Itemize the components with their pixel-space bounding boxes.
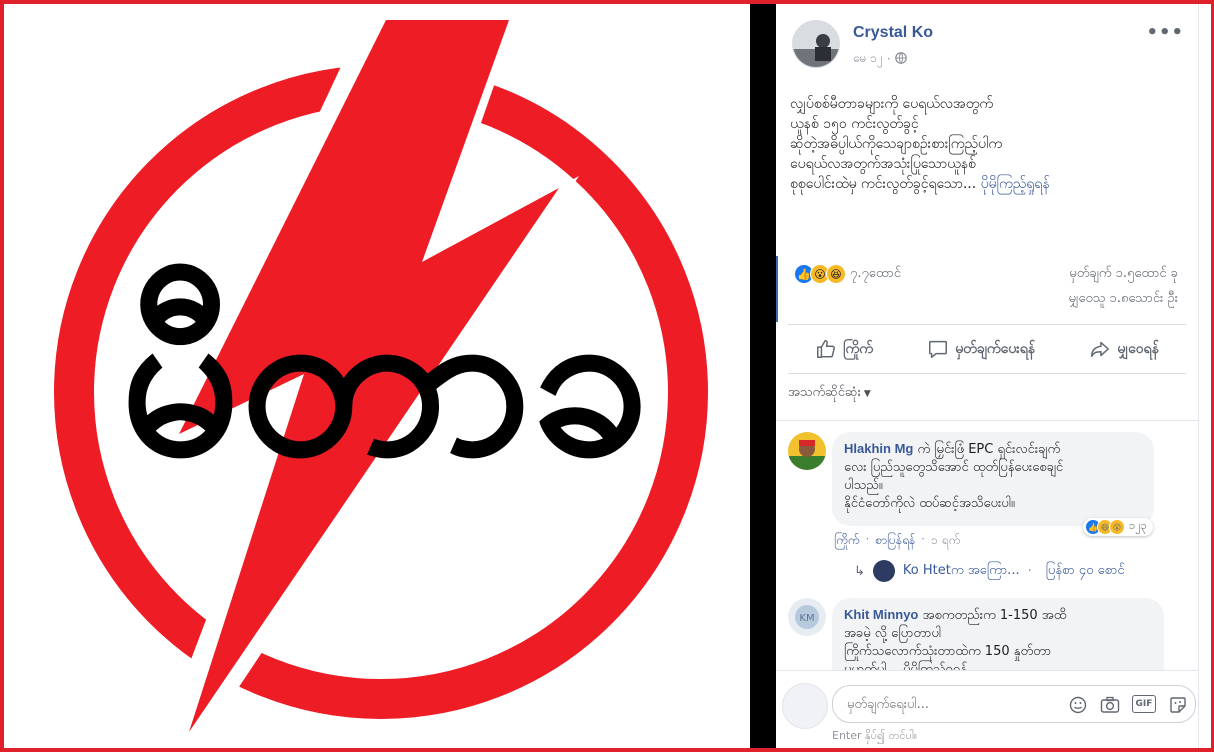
comment-text: အစကတည်းက 1-150 အထိ: [922, 608, 1067, 623]
comment-label: မှတ်ချက်ပေးရန်: [955, 340, 1036, 357]
comment-composer: GIF Enter နှိပ်၍ တင်ပါ။: [776, 670, 1198, 748]
reply-arrow-icon: ↳: [854, 563, 865, 579]
post-text-line: စုစုပေါင်းထဲမှ ကင်းလွတ်ခွင့်ရသော...: [790, 176, 977, 192]
post-text-line: လျှပ်စစ်မီတာခများကို ပေရယ်လအတွက်: [790, 96, 994, 112]
reply-count: ပြန်စာ ၄၀ စောင်: [1045, 562, 1125, 578]
post-text-line: ပေရယ်လအတွက်အသုံးပြုသောယူနစ်: [790, 156, 976, 172]
comment-reaction-count: ၁၂၃: [1129, 519, 1147, 532]
reply-avatar: [872, 560, 895, 582]
sticker-icon[interactable]: [1168, 695, 1188, 715]
scrollbar-track[interactable]: [1198, 4, 1211, 748]
haha-reaction-icon: 😆: [826, 264, 846, 284]
commenter-name[interactable]: Hlakhin Mg: [844, 441, 913, 456]
more-options-button[interactable]: •••: [1146, 22, 1184, 43]
comment-like-link[interactable]: ကြိုက်: [834, 532, 860, 550]
post-text-line-last: စုစုပေါင်းထဲမှ ကင်းလွတ်ခွင့်ရသော... ပိုမ…: [790, 174, 1186, 194]
comment-actions: ကြိုက် · စာပြန်ရန် · ၁ ရက်: [834, 532, 960, 550]
my-avatar: [782, 683, 828, 729]
comments-count[interactable]: မှတ်ချက် ၁.၅ထောင် ခု: [1069, 265, 1178, 284]
like-button[interactable]: ကြိုက်: [815, 338, 873, 360]
meta-separator: ·: [886, 52, 891, 66]
author-avatar[interactable]: [792, 20, 840, 68]
reaction-icons[interactable]: 👍 😮 😆: [794, 264, 846, 284]
see-more-link[interactable]: ပိုမိုကြည့်ရှုရန်: [981, 176, 1050, 192]
post-text-line: ယူနစ် ၁၅၀ ကင်းလွတ်ခွင့်: [790, 116, 919, 132]
caret-down-icon: ▼: [863, 389, 871, 399]
comment-sort-dropdown[interactable]: အသက်ဆိုင်ဆုံး ▼: [788, 384, 871, 403]
avatar-photo: [793, 21, 839, 67]
gif-icon[interactable]: GIF: [1132, 695, 1156, 713]
sort-label: အသက်ဆိုင်ဆုံး: [788, 385, 861, 400]
comment-button[interactable]: မှတ်ချက်ပေးရန်: [927, 338, 1035, 360]
post-text-line: ဆိုတဲ့အဓိပ္ပါယ်ကိုသေချာစဥ်းစားကြည့်ပါက: [790, 136, 1003, 152]
comment-text: လေး ပြည်သူတွေသိအောင် ထုတ်ပြန်ပေးစေချင်: [844, 460, 1064, 475]
comment-bubble: Hlakhin Mg ကဲ မြှင်းဖြံ EPC ရှင်းလင်းချက…: [832, 432, 1154, 526]
commenter-name[interactable]: Khit Minnyo: [844, 607, 918, 622]
thumbs-up-icon: [817, 340, 836, 358]
share-icon: [1091, 341, 1110, 358]
shares-count[interactable]: မျှဝေသူ ၁.၈သောင်း ဦး: [1068, 290, 1178, 309]
composer-hint: Enter နှိပ်၍ တင်ပါ။: [832, 729, 918, 742]
viewer-divider: [750, 4, 776, 748]
comments-divider: [776, 420, 1198, 421]
comment-text: နိုင်ငံတော်ကိုလဲ ထပ်ဆင့်အသိပေးပါ။: [844, 496, 1015, 511]
comment-icon: [929, 340, 948, 358]
dot-separator: ·: [1027, 563, 1032, 579]
commenter-avatar[interactable]: KM: [788, 598, 826, 636]
svg-text:KM: KM: [799, 613, 814, 624]
reaction-count[interactable]: ၇.၇ထောင်: [850, 265, 901, 284]
globe-icon: [894, 51, 907, 67]
comment-first-line: Hlakhin Mg ကဲ မြှင်းဖြံ EPC ရှင်းလင်းချက…: [844, 440, 1142, 459]
dot-separator: ·: [865, 532, 870, 546]
post-panel: Crystal Ko မေ ၁၂ · ••• လျှပ်စစ်မီတာခများ…: [776, 4, 1198, 748]
post-text: လျှပ်စစ်မီတာခများကို ပေရယ်လအတွက် ယူနစ် ၁…: [790, 94, 1186, 194]
comment-text: အခမဲ့ လို့ ပြောတာပါ: [844, 626, 942, 641]
author-name[interactable]: Crystal Ko: [853, 24, 933, 42]
dot-separator: ·: [921, 532, 926, 546]
logo-lettering: မီတာခ: [121, 257, 650, 502]
commenter-avatar[interactable]: [788, 432, 826, 470]
like-label: ကြိုက်: [843, 340, 873, 357]
reactions-summary: 👍 😮 😆 ၇.၇ထောင် မှတ်ချက် ၁.၅ထောင် ခု မျှဝ…: [776, 256, 1188, 322]
post-meta: မေ ၁၂ ·: [853, 50, 907, 68]
comment-reactions[interactable]: 👍 😆 😮 ၁၂၃: [1083, 518, 1153, 536]
wow-reaction-icon: 😮: [1109, 519, 1125, 535]
avatar-photo: KM: [788, 598, 826, 636]
share-button[interactable]: မျှဝေရန်: [1089, 338, 1159, 360]
post-date[interactable]: မေ ၁၂: [853, 50, 883, 68]
avatar-photo: [788, 432, 826, 470]
comment-first-line: Khit Minnyo အစကတည်းက 1-150 အထိ: [844, 606, 1152, 625]
emoji-icon[interactable]: [1068, 695, 1088, 715]
comment-reply-link[interactable]: စာပြန်ရန်: [875, 532, 915, 550]
comment-time[interactable]: ၁ ရက်: [931, 532, 960, 550]
comment-text: ကြိုက်သလောက်သုံးတာထဲက 150 နှုတ်တာ: [844, 644, 1052, 659]
meter-logo-image: မီတာခ: [54, 11, 708, 744]
share-label: မျှဝေရန်: [1117, 340, 1159, 357]
comment-text: ကဲ မြှင်းဖြံ EPC ရှင်းလင်းချက်: [917, 442, 1061, 457]
camera-icon[interactable]: [1100, 695, 1120, 715]
composer-tools: GIF: [1068, 695, 1188, 715]
comment-text: ပါသည်။: [844, 478, 883, 493]
replies-preview[interactable]: ↳ Ko Htetက အကြော... · ပြန်စာ ၄၀ စောင်: [854, 560, 1125, 582]
reply-author: Ko Htetက အကြော...: [902, 562, 1020, 578]
post-photo[interactable]: မီတာခ: [4, 4, 750, 748]
post-actions: ကြိုက် မှတ်ချက်ပေးရန် မျှဝေရန်: [788, 324, 1186, 374]
